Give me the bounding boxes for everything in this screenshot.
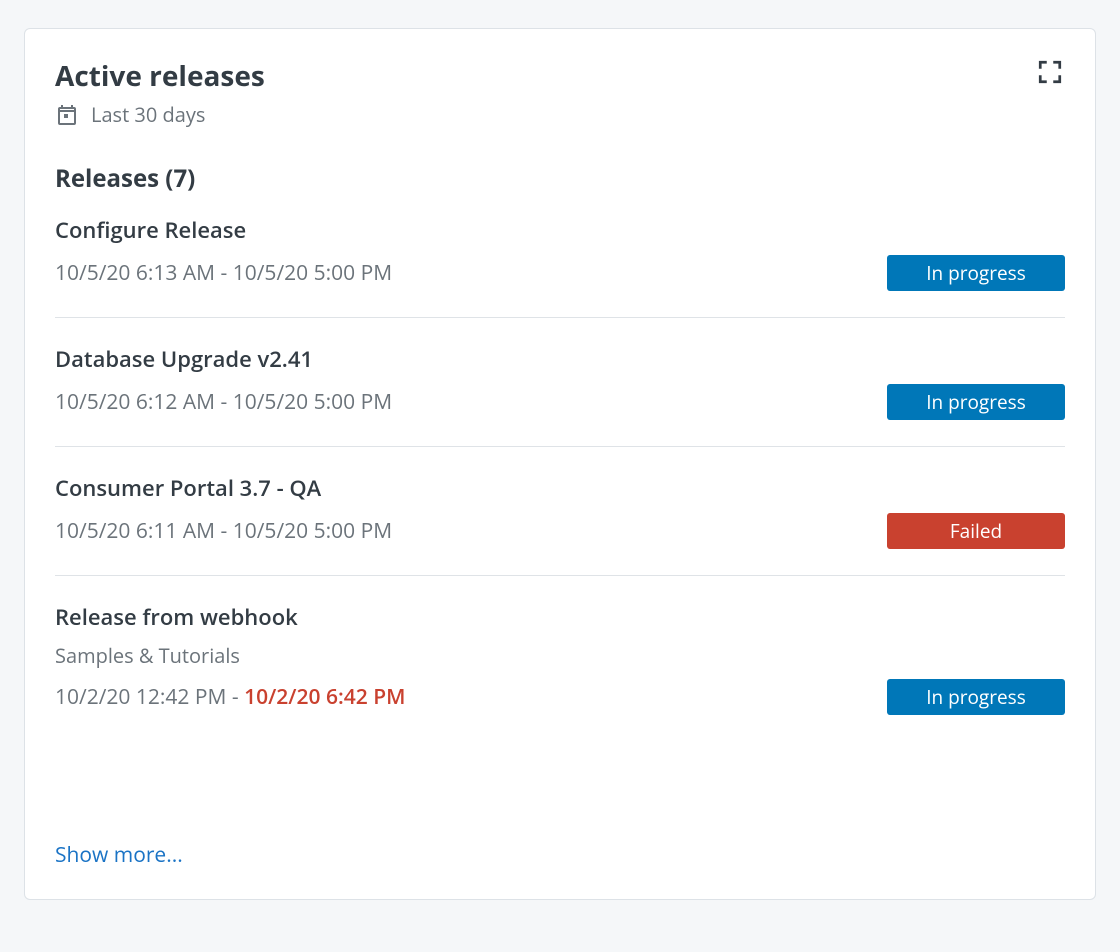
release-item: Consumer Portal 3.7 - QA 10/5/20 6:11 AM … [55,473,1065,576]
release-time: 10/5/20 6:13 AM - 10/5/20 5:00 PM [55,259,392,287]
releases-section-title: Releases (7) [55,162,1065,195]
release-row: 10/5/20 6:12 AM - 10/5/20 5:00 PM In prog… [55,384,1065,420]
card-subtitle: Last 30 days [91,101,205,128]
release-list: Configure Release 10/5/20 6:13 AM - 10/5/… [55,215,1065,741]
status-badge[interactable]: Failed [887,513,1065,549]
show-more-link[interactable]: Show more... [55,841,1065,869]
release-name[interactable]: Configure Release [55,215,1065,245]
release-time-overdue: 10/2/20 6:42 PM [244,683,405,711]
calendar-icon [55,103,79,127]
release-row: 10/5/20 6:11 AM - 10/5/20 5:00 PM Failed [55,513,1065,549]
release-row: 10/5/20 6:13 AM - 10/5/20 5:00 PM In prog… [55,255,1065,291]
release-row: 10/2/20 12:42 PM - 10/2/20 6:42 PM In pro… [55,679,1065,715]
expand-button[interactable] [1035,57,1065,87]
release-subtitle: Samples & Tutorials [55,642,1065,669]
release-name[interactable]: Consumer Portal 3.7 - QA [55,473,1065,503]
release-time: 10/5/20 6:11 AM - 10/5/20 5:00 PM [55,517,392,545]
expand-icon [1037,59,1063,85]
active-releases-card: Active releases Last 30 days [24,28,1096,900]
status-badge[interactable]: In progress [887,679,1065,715]
status-badge[interactable]: In progress [887,384,1065,420]
release-item: Release from webhook Samples & Tutorials 1… [55,602,1065,741]
release-item: Database Upgrade v2.41 10/5/20 6:12 AM - … [55,344,1065,447]
card-header: Active releases Last 30 days [55,57,1065,128]
release-time: 10/2/20 12:42 PM - 10/2/20 6:42 PM [55,683,405,711]
release-name[interactable]: Database Upgrade v2.41 [55,344,1065,374]
release-name[interactable]: Release from webhook [55,602,1065,632]
release-item: Configure Release 10/5/20 6:13 AM - 10/5/… [55,215,1065,318]
status-badge[interactable]: In progress [887,255,1065,291]
release-time: 10/5/20 6:12 AM - 10/5/20 5:00 PM [55,388,392,416]
card-title: Active releases [55,57,265,95]
